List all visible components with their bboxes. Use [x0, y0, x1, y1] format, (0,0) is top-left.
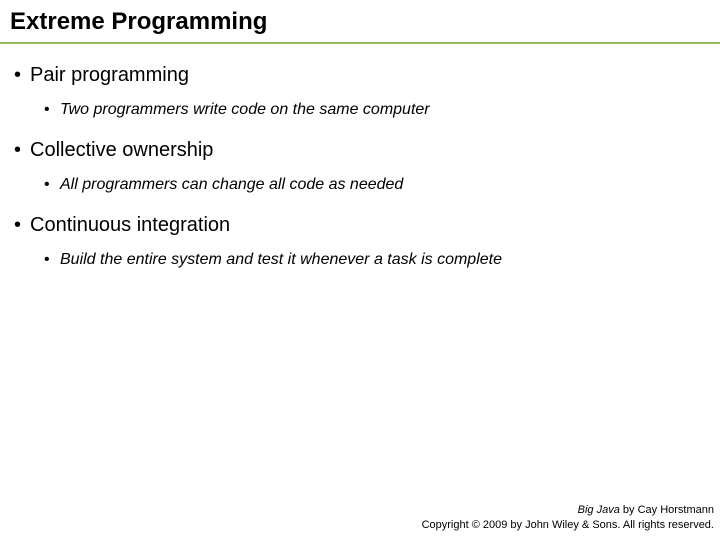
footer-copyright: Copyright © 2009 by John Wiley & Sons. A… [422, 518, 714, 532]
footer-byline: by Cay Horstmann [620, 504, 714, 516]
bullet-level-2: All programmers can change all code as n… [12, 176, 708, 194]
slide-footer: Big Java by Cay Horstmann Copyright © 20… [422, 503, 714, 532]
slide-title: Extreme Programming [0, 0, 720, 42]
footer-line-1: Big Java by Cay Horstmann [422, 503, 714, 517]
bullet-level-1: Pair programming [12, 64, 708, 87]
bullet-level-2: Build the entire system and test it when… [12, 251, 708, 269]
slide-content: Pair programming Two programmers write c… [0, 44, 720, 269]
bullet-level-1: Collective ownership [12, 139, 708, 162]
bullet-level-1: Continuous integration [12, 214, 708, 237]
bullet-level-2: Two programmers write code on the same c… [12, 101, 708, 119]
book-title: Big Java [578, 504, 620, 516]
